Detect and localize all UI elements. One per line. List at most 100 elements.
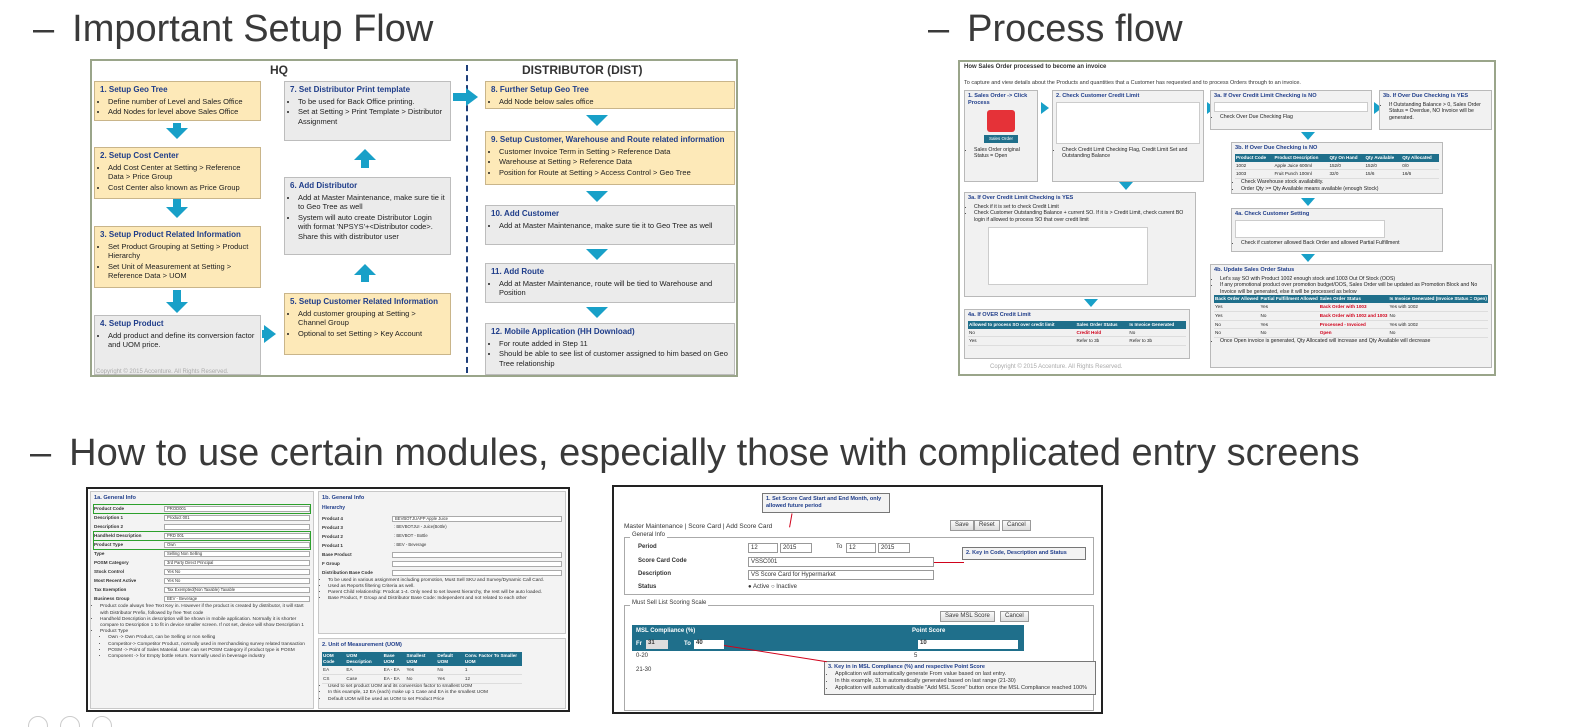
arrow-down-icon bbox=[586, 249, 608, 260]
arrow-right-icon bbox=[1041, 102, 1049, 114]
arrow-down-icon bbox=[586, 191, 608, 202]
step-8-box: 8. Further Setup Geo Tree Add Node below… bbox=[485, 81, 735, 109]
stock-table: Product Code Product Description Qty On Ha… bbox=[1235, 153, 1439, 180]
uom-table: UOM Code UOM Description Base UOM Smallest … bbox=[322, 652, 522, 685]
form-row: Prodcat 4 BEVBOTJUAPP Apple Juice bbox=[322, 515, 562, 523]
form-row: Tax Exemption Tax Exempted(Non Taxable) T… bbox=[94, 586, 310, 594]
copyright: Copyright © 2015 Accenture. All Rights R… bbox=[96, 369, 229, 375]
process-header: How Sales Order processed to become an i… bbox=[964, 64, 1107, 70]
arrow-down-icon bbox=[586, 115, 608, 126]
point-score-input[interactable]: 10 bbox=[918, 640, 1018, 649]
hierarchy-notes: To be used in various assignment includi… bbox=[322, 578, 562, 603]
uom-notes: Used to set product UOM and its conversi… bbox=[322, 684, 562, 703]
setup-flow-image: HQ DISTRIBUTOR (DIST) 1. Setup Geo Tree … bbox=[90, 59, 738, 377]
process-box-2: 2. Check Customer Credit Limit Check Cre… bbox=[1052, 90, 1204, 182]
step-12-box: 12. Mobile Application (HH Download) For… bbox=[485, 323, 735, 375]
process-subheader: To capture and view details about the Pr… bbox=[964, 80, 1301, 86]
callout-2: 2. Key in Code, Description and Status bbox=[962, 547, 1086, 560]
msl-entry-row: Fr 31 To 40 10 bbox=[632, 639, 1024, 651]
process-box-3b-yes: 3b. If Over Due Checking is YES If Outst… bbox=[1379, 90, 1492, 130]
arrow-down-icon bbox=[1119, 182, 1133, 190]
step-1-box: 1. Setup Geo Tree Define number of Level… bbox=[94, 81, 261, 121]
page-dots bbox=[28, 716, 158, 727]
form-row: Prodcat 1: BEV - Beverage bbox=[322, 541, 427, 548]
arrow-down-icon bbox=[1301, 132, 1315, 140]
form-row: Description 1 Product 001 bbox=[94, 514, 310, 522]
msl-row-score: 5 bbox=[914, 653, 918, 659]
process-box-3a-yes: 3a. If Over Credit Limit Checking is YES… bbox=[964, 192, 1196, 297]
arrow-down-icon bbox=[1301, 198, 1315, 206]
dist-title: DISTRIBUTOR (DIST) bbox=[522, 63, 643, 77]
form-row: Stock Control Yes No bbox=[94, 568, 310, 576]
cancel-msl-button[interactable]: Cancel bbox=[1000, 611, 1029, 622]
process-box-4a: 4a. Check Customer Setting Check if cust… bbox=[1231, 208, 1443, 252]
step-3-box: 3. Setup Product Related Information Set… bbox=[94, 226, 261, 288]
period-to-month-select[interactable]: 12 bbox=[846, 543, 876, 553]
process-box-4a-over: 4a. If OVER Credit Limit Allowed to proc… bbox=[964, 309, 1190, 359]
save-msl-score-button[interactable]: Save MSL Score bbox=[940, 611, 995, 622]
process-box-4b: 4b. Update Sales Order Status Let's say … bbox=[1210, 264, 1492, 368]
form-row: Description 2 bbox=[94, 523, 310, 531]
msl-table-header: MSL Compliance (%) Point Score bbox=[632, 625, 1024, 639]
period-to-year-select[interactable]: 2015 bbox=[878, 543, 910, 553]
arrow-right-icon bbox=[264, 325, 276, 343]
period-from-year-select[interactable]: 2015 bbox=[780, 543, 812, 553]
form-row: Most Recent Active Yes No bbox=[94, 577, 310, 585]
msl-row: 21-30 bbox=[636, 667, 652, 673]
from-input: 31 bbox=[646, 640, 668, 649]
uom-panel: 2. Unit of Measurement (UOM) UOM Code UOM… bbox=[318, 638, 566, 709]
arrow-down-icon bbox=[166, 128, 188, 139]
modules-heading: – How to use certain modules, especially … bbox=[30, 432, 1360, 474]
process-flow-heading: – Process flow bbox=[928, 8, 1183, 50]
form-row: Handheld Description PRD 001 bbox=[93, 531, 311, 542]
form-row: POSM Category 3rd Party Direct Principal bbox=[94, 559, 310, 567]
callout-1: 1. Set Score Card Start and End Month, o… bbox=[762, 493, 890, 513]
general-info-panel: 1a. General Info Product Code PROD001 Des… bbox=[90, 491, 314, 709]
arrow-right-icon bbox=[466, 88, 478, 106]
step-4-box: 4. Setup Product Add product and define … bbox=[94, 315, 261, 375]
step-11-box: 11. Add Route Add at Master Maintenance,… bbox=[485, 263, 735, 303]
hierarchy-panel: 1b. General Info Hierarchy Prodcat 4 BEVB… bbox=[318, 491, 566, 634]
step-2-box: 2. Setup Cost Center Add Cost Center at … bbox=[94, 147, 261, 199]
form-row: Base Product bbox=[322, 551, 562, 559]
status-table: Back Order Allowed Partial Fulfillment Al… bbox=[1214, 295, 1488, 339]
process-box-3b-no: 3b. If Over Due Checking is NO Product C… bbox=[1231, 142, 1443, 194]
process-flow-image: How Sales Order processed to become an i… bbox=[958, 60, 1496, 376]
form-row: Product Type Own bbox=[93, 540, 311, 551]
process-box-1: 1. Sales Order -> Click Process Sales Or… bbox=[964, 90, 1038, 182]
setup-flow-heading: – Important Setup Flow bbox=[33, 8, 434, 50]
reset-button[interactable]: Reset bbox=[974, 520, 1000, 531]
general-notes: Product code always free Text Key in. Ho… bbox=[94, 604, 310, 660]
score-card-module-image: 1. Set Score Card Start and End Month, o… bbox=[612, 485, 1103, 714]
description-input[interactable]: VS Score Card for Hypermarket bbox=[748, 570, 934, 580]
hq-dist-divider bbox=[466, 65, 468, 373]
hq-title: HQ bbox=[270, 63, 288, 77]
callout-3: 3. Key in in MSL Compliance (%) and resp… bbox=[824, 661, 1096, 695]
arrow-down-icon bbox=[1084, 299, 1098, 307]
arrow-down-icon bbox=[1301, 254, 1315, 262]
step-7-box: 7. Set Distributor Print template To be … bbox=[284, 81, 451, 141]
cancel-button[interactable]: Cancel bbox=[1002, 520, 1031, 531]
period-from-month-select[interactable]: 12 bbox=[748, 543, 778, 553]
sales-order-app-icon bbox=[987, 109, 1015, 132]
credit-limit-table: Allowed to process SO over credit limit S… bbox=[968, 320, 1186, 347]
step-10-box: 10. Add Customer Add at Master Maintenan… bbox=[485, 205, 735, 245]
form-row: Business Group BEV - Beverage bbox=[94, 595, 310, 603]
to-input[interactable]: 40 bbox=[694, 640, 724, 649]
status-radio-active[interactable]: ● Active ○ Inactive bbox=[748, 584, 797, 590]
step-5-box: 5. Setup Customer Related Information Ad… bbox=[284, 293, 451, 355]
step-6-box: 6. Add Distributor Add at Master Mainten… bbox=[284, 177, 451, 255]
arrow-down-icon bbox=[586, 307, 608, 318]
form-row: Product Code PROD001 bbox=[93, 504, 311, 515]
step-9-box: 9. Setup Customer, Warehouse and Route r… bbox=[485, 131, 735, 185]
score-card-code-input[interactable]: VSSC001 bbox=[748, 557, 934, 567]
save-button[interactable]: Save bbox=[950, 520, 974, 531]
product-module-image: 1a. General Info Product Code PROD001 Des… bbox=[86, 487, 570, 712]
msl-row: 0-20 bbox=[636, 653, 649, 659]
form-row: Prodcat 3: BEVBOTJUI - Juice(Bottle) bbox=[322, 523, 447, 530]
arrow-down-icon bbox=[166, 302, 188, 313]
form-row: Prodcat 2: BEVBOT - Bottle bbox=[322, 532, 428, 539]
form-row: F Group bbox=[322, 560, 562, 568]
form-row: Type Selling Non Selling bbox=[94, 550, 310, 558]
process-box-3a-no: 3a. If Over Credit Limit Checking is NO … bbox=[1210, 90, 1372, 130]
